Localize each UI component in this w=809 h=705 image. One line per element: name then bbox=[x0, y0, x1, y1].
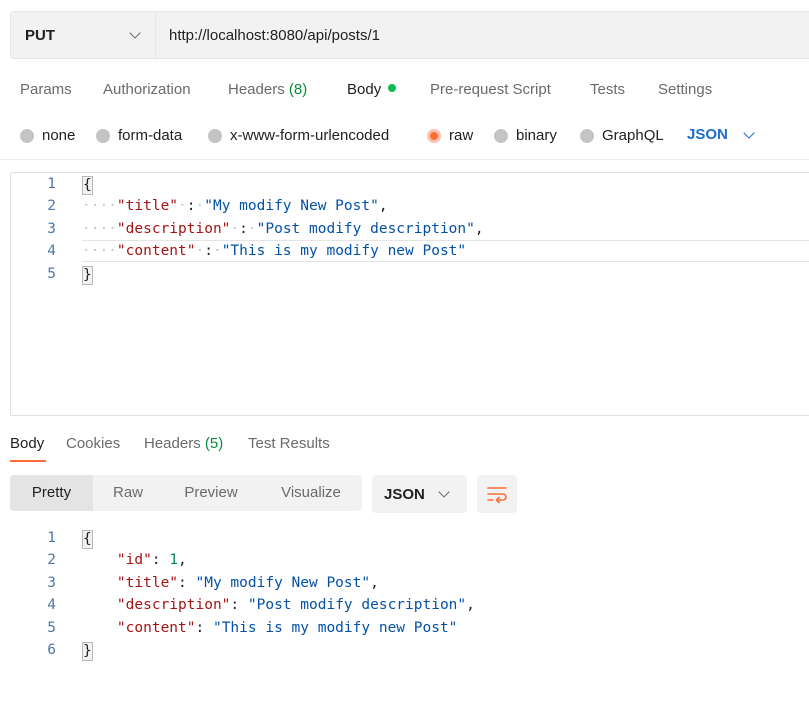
close-brace: } bbox=[82, 266, 93, 285]
radio-graphql[interactable]: GraphQL bbox=[580, 127, 664, 144]
response-tab-headers-label: Headers bbox=[144, 435, 201, 452]
tab-authorization[interactable]: Authorization bbox=[103, 81, 191, 98]
line-number: 5 bbox=[47, 620, 56, 636]
divider bbox=[0, 159, 809, 160]
line-number: 6 bbox=[47, 642, 56, 658]
view-mode-visualize[interactable]: Visualize bbox=[266, 475, 356, 511]
active-tab-underline bbox=[10, 460, 46, 462]
tab-body[interactable]: Body bbox=[347, 81, 397, 98]
response-tab-cookies[interactable]: Cookies bbox=[66, 435, 120, 452]
tab-headers-count: (8) bbox=[288, 81, 308, 98]
json-key: "content" bbox=[116, 620, 196, 636]
chevron-down-icon bbox=[743, 127, 755, 139]
json-value: "My modify New Post" bbox=[195, 575, 371, 591]
json-key: "id" bbox=[116, 552, 152, 568]
code-line: } bbox=[82, 642, 93, 661]
line-number: 2 bbox=[47, 552, 56, 568]
line-number: 4 bbox=[47, 243, 56, 259]
url-input[interactable]: http://localhost:8080/api/posts/1 bbox=[169, 27, 380, 44]
code-line: "id": 1, bbox=[116, 552, 187, 568]
code-line: } bbox=[82, 266, 93, 285]
radio-circle-icon bbox=[96, 128, 110, 143]
json-key: "description" bbox=[116, 597, 231, 613]
radio-raw[interactable]: raw bbox=[427, 127, 473, 144]
line-number: 1 bbox=[47, 176, 56, 192]
radio-form-data[interactable]: form-data bbox=[96, 127, 182, 144]
radio-circle-icon bbox=[20, 128, 34, 143]
code-line: { bbox=[82, 530, 93, 549]
active-dot-icon bbox=[388, 84, 397, 92]
line-number: 2 bbox=[47, 198, 56, 214]
radio-circle-icon bbox=[208, 128, 222, 143]
line-number: 3 bbox=[47, 575, 56, 591]
method-select[interactable]: PUT bbox=[11, 12, 156, 58]
json-key: "title" bbox=[116, 575, 179, 591]
language-select-label: JSON bbox=[687, 126, 728, 143]
view-mode-preview[interactable]: Preview bbox=[170, 475, 252, 511]
line-number: 5 bbox=[47, 266, 56, 282]
response-tab-body[interactable]: Body bbox=[10, 435, 44, 452]
radio-urlencoded-label: x-www-form-urlencoded bbox=[230, 127, 390, 144]
wrap-lines-button[interactable] bbox=[477, 475, 517, 513]
code-line: ····"description"·:·"Post modify descrip… bbox=[82, 221, 484, 237]
code-line: ····"title"·:·"My modify New Post", bbox=[82, 198, 388, 214]
url-bar: PUT http://localhost:8080/api/posts/1 bbox=[10, 11, 809, 59]
radio-form-data-label: form-data bbox=[118, 127, 183, 144]
chevron-down-icon bbox=[129, 27, 141, 39]
radio-circle-icon bbox=[580, 128, 594, 143]
line-number: 1 bbox=[47, 530, 56, 546]
response-tab-test-results[interactable]: Test Results bbox=[248, 435, 330, 452]
tab-pre-request-script[interactable]: Pre-request Script bbox=[430, 81, 551, 98]
tab-headers-label: Headers bbox=[228, 81, 285, 98]
json-value: "This is my modify new Post" bbox=[221, 243, 467, 259]
view-mode-raw[interactable]: Raw bbox=[93, 475, 163, 511]
tab-settings[interactable]: Settings bbox=[658, 81, 712, 98]
close-brace: } bbox=[82, 642, 93, 661]
radio-none-label: none bbox=[42, 127, 76, 144]
code-line: "description": "Post modify description"… bbox=[116, 597, 475, 613]
radio-binary[interactable]: binary bbox=[494, 127, 557, 144]
response-format-select[interactable]: JSON bbox=[372, 475, 467, 513]
open-brace: { bbox=[82, 176, 93, 195]
json-value: "This is my modify new Post" bbox=[212, 620, 458, 636]
line-number: 3 bbox=[47, 221, 56, 237]
code-line: { bbox=[82, 176, 93, 195]
tab-body-label: Body bbox=[347, 81, 382, 98]
radio-binary-label: binary bbox=[516, 127, 557, 144]
response-tab-headers-count: (5) bbox=[204, 435, 224, 452]
radio-selected-icon bbox=[427, 128, 441, 143]
tab-tests[interactable]: Tests bbox=[590, 81, 625, 98]
tab-params[interactable]: Params bbox=[20, 81, 72, 98]
json-value: "Post modify description" bbox=[256, 221, 475, 237]
response-format-label: JSON bbox=[384, 486, 425, 503]
view-mode-control: Pretty Raw Preview Visualize bbox=[10, 475, 362, 511]
radio-raw-label: raw bbox=[449, 127, 474, 144]
json-key: "title" bbox=[116, 198, 179, 214]
json-number: 1 bbox=[169, 552, 179, 568]
radio-none[interactable]: none bbox=[20, 127, 75, 144]
radio-graphql-label: GraphQL bbox=[602, 127, 664, 144]
code-line: "title": "My modify New Post", bbox=[116, 575, 379, 591]
radio-x-www-form-urlencoded[interactable]: x-www-form-urlencoded bbox=[208, 127, 389, 144]
view-mode-pretty[interactable]: Pretty bbox=[10, 475, 93, 511]
json-key: "content" bbox=[116, 243, 196, 259]
radio-circle-icon bbox=[494, 128, 508, 143]
response-tab-headers[interactable]: Headers (5) bbox=[144, 435, 223, 452]
tab-headers[interactable]: Headers (8) bbox=[228, 81, 307, 98]
json-value: "Post modify description" bbox=[247, 597, 467, 613]
chevron-down-icon bbox=[438, 486, 450, 498]
json-key: "description" bbox=[116, 221, 231, 237]
open-brace: { bbox=[82, 530, 93, 549]
code-line: "content": "This is my modify new Post" bbox=[116, 620, 458, 636]
code-line: ····"content"·:·"This is my modify new P… bbox=[82, 243, 467, 259]
wrap-lines-icon bbox=[487, 487, 507, 504]
method-label: PUT bbox=[25, 27, 55, 44]
line-number: 4 bbox=[47, 597, 56, 613]
json-value: "My modify New Post" bbox=[204, 198, 379, 214]
